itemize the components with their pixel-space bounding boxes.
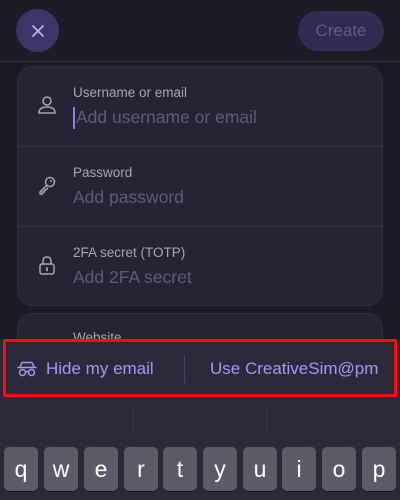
key-y[interactable]: y [203, 447, 237, 491]
login-fields-card: Username or email Add username or email … [17, 66, 384, 306]
username-label: Username or email [73, 85, 188, 100]
key-q[interactable]: q [4, 447, 38, 491]
key-t[interactable]: t [163, 447, 197, 491]
predictive-divider [133, 406, 134, 432]
password-input[interactable]: Add password [73, 187, 184, 208]
key-o[interactable]: o [322, 447, 356, 491]
username-input[interactable]: Add username or email [76, 107, 257, 128]
close-button[interactable] [16, 9, 59, 52]
totp-field[interactable]: 2FA secret (TOTP) Add 2FA secret [18, 226, 384, 305]
key-i[interactable]: i [282, 447, 316, 491]
totp-input[interactable]: Add 2FA secret [73, 267, 192, 288]
close-icon [31, 24, 44, 37]
password-label: Password [73, 165, 133, 180]
lock-icon [39, 256, 55, 275]
keyboard: q w e r t y u i o p [0, 400, 400, 500]
key-e[interactable]: e [84, 447, 118, 491]
key-r[interactable]: r [124, 447, 158, 491]
person-icon [38, 96, 56, 114]
key-icon [39, 176, 56, 195]
highlight-box [3, 339, 397, 397]
predictive-divider [266, 406, 267, 432]
password-field[interactable]: Password Add password [18, 146, 384, 225]
top-bar: Create [0, 0, 400, 62]
create-button[interactable]: Create [298, 11, 384, 51]
totp-label: 2FA secret (TOTP) [73, 245, 186, 260]
key-p[interactable]: p [362, 447, 396, 491]
key-w[interactable]: w [44, 447, 78, 491]
key-u[interactable]: u [243, 447, 277, 491]
login-form-screen: Create Username or email Add username or… [0, 0, 400, 500]
username-field[interactable]: Username or email Add username or email [18, 67, 384, 146]
text-cursor [73, 107, 75, 129]
